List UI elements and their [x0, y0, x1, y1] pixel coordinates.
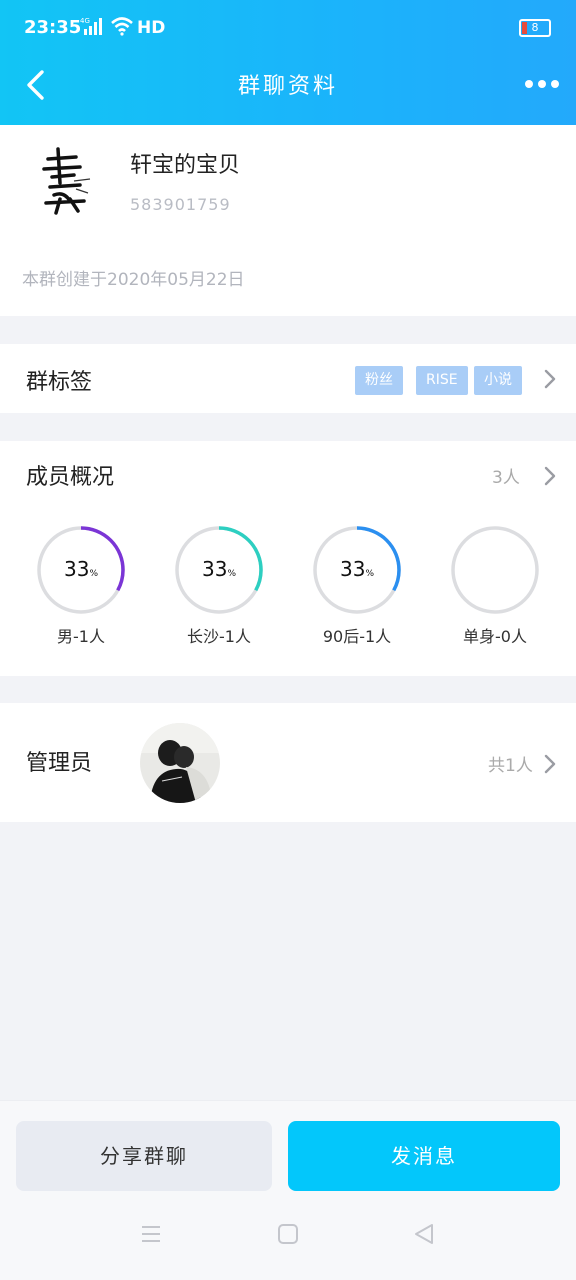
group-tags-row[interactable]: 群标签 粉丝 RISE 小说 [0, 344, 576, 413]
stat-percent: 33% [63, 557, 98, 581]
group-name: 轩宝的宝贝 [130, 153, 241, 178]
status-bar: 23:35 4G HD 8 [0, 0, 576, 58]
group-tags-label: 群标签 [26, 370, 93, 395]
battery-icon: 8 [519, 19, 551, 37]
member-overview-card[interactable]: 成员概况 3人 33% 男-1人 33% 长沙-1人 33% 90后-1人 单身… [0, 441, 576, 676]
stat-ring-age: 33% [312, 525, 402, 615]
stat-label: 90后-1人 [322, 627, 392, 646]
back-triangle-icon[interactable] [413, 1223, 435, 1245]
wifi-icon [111, 17, 133, 36]
stat-ring-city: 33% [174, 525, 264, 615]
stat-ring-single [450, 525, 540, 615]
stat-percent: 33% [339, 557, 374, 581]
chevron-right-icon [544, 466, 556, 486]
send-message-button[interactable]: 发消息 [288, 1121, 560, 1191]
admin-label: 管理员 [26, 751, 93, 776]
admin-avatar[interactable] [140, 723, 220, 803]
home-icon[interactable] [277, 1223, 299, 1245]
stat-label: 男-1人 [57, 627, 105, 646]
stat-percent: 33% [201, 557, 236, 581]
nav-bar: 群聊资料 [0, 58, 576, 125]
tag-chip: RISE [416, 366, 468, 395]
status-time: 23:35 [24, 17, 82, 38]
signal-label: 4G [80, 17, 90, 25]
page-title: 群聊资料 [237, 74, 338, 99]
share-group-button[interactable]: 分享群聊 [16, 1121, 272, 1191]
group-profile-card[interactable]: 轩宝的宝贝 583901759 本群创建于2020年05月22日 [0, 125, 576, 316]
group-id: 583901759 [130, 195, 231, 214]
more-icon[interactable] [524, 74, 560, 94]
network-label: HD [137, 18, 166, 38]
group-created-date: 本群创建于2020年05月22日 [22, 270, 245, 290]
bottom-action-bar: 分享群聊 发消息 [0, 1100, 576, 1280]
stat-label: 长沙-1人 [187, 627, 251, 646]
admin-row[interactable]: 管理员 共1人 [0, 703, 576, 822]
tag-chip: 粉丝 [355, 366, 403, 395]
member-count: 3人 [492, 468, 520, 488]
header: 23:35 4G HD 8 群聊资料 [0, 0, 576, 125]
tag-chip: 小说 [474, 366, 522, 395]
chevron-right-icon [544, 369, 556, 389]
admin-count: 共1人 [488, 756, 533, 776]
signal-icon: 4G [80, 17, 102, 35]
member-overview-label: 成员概况 [26, 465, 115, 490]
chevron-right-icon [544, 754, 556, 774]
stat-label: 单身-0人 [463, 627, 527, 646]
group-avatar [30, 143, 102, 215]
stat-ring-male: 33% [36, 525, 126, 615]
menu-icon[interactable] [140, 1223, 162, 1245]
